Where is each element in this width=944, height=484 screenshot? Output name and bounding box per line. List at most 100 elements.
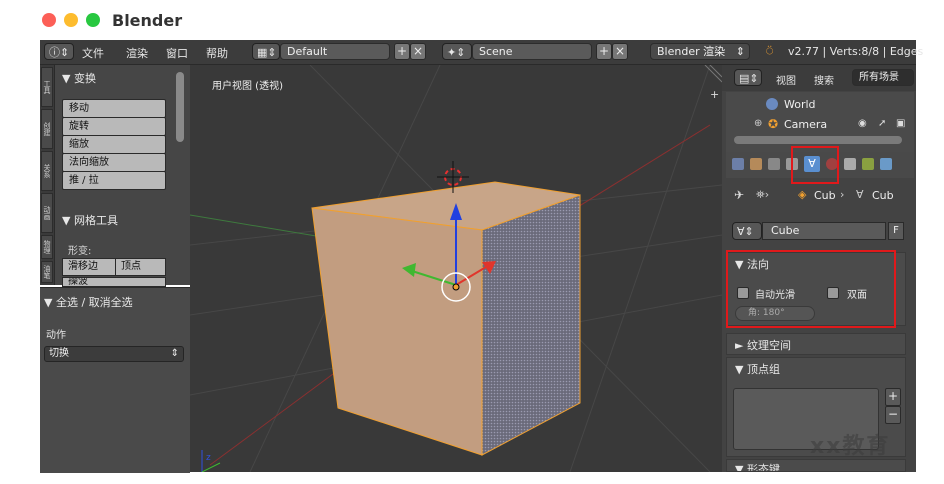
add-scene-button[interactable]: + [596,43,612,60]
remove-scene-button[interactable]: × [612,43,628,60]
operator-panel-title[interactable]: ▼ 全选 / 取消全选 [44,294,133,310]
transform-panel-title[interactable]: ▼ 变换 [62,70,96,86]
pin-icon[interactable]: ✈ [734,188,744,202]
tab-grease-pencil[interactable]: 油笔 [41,261,53,283]
modifiers-tab-icon[interactable] [786,158,798,170]
close-window-button[interactable] [42,13,56,27]
render-engine-select[interactable]: Blender 渲染 ⇕ [650,43,750,60]
cube-side-face[interactable] [481,194,581,456]
viewport-scene: + z [190,65,722,472]
tab-relations[interactable]: 关系 [41,151,53,191]
transform-buttons: 移动 旋转 缩放 法向缩放 推 / 拉 [62,99,166,190]
normals-panel-title[interactable]: ▼ 法向 [735,256,769,272]
breadcrumb: ✈ ⛯› ◈ Cub › ∀ Cub [726,186,914,206]
svg-text:z: z [206,453,211,463]
svg-text:+: + [710,88,719,101]
texture-space-title[interactable]: ► 纹理空间 [735,337,791,353]
minimize-window-button[interactable] [64,13,78,27]
mesh-icon: ∀ [856,188,864,201]
3d-viewport[interactable]: + z 用户视图 (透视) [190,65,722,472]
expand-icon[interactable]: ⊕ [754,118,762,129]
auto-smooth-angle-field: 角: 180° [735,306,815,321]
tab-animation[interactable]: 动画 [41,193,53,233]
camera-item[interactable]: Camera [784,118,827,131]
chevron-updown-icon: ⇕ [170,348,179,359]
window-title: Blender [112,11,183,30]
material-tab-icon[interactable] [826,158,838,170]
auto-smooth-checkbox[interactable] [737,287,749,299]
screen-layout-icon[interactable]: ▦⇕ [252,43,280,60]
slide-vertex-button[interactable]: 顶点 [115,258,166,276]
mesh-datablock-row: ∀⇕ Cube F [732,222,904,240]
menu-help[interactable]: 帮助 [206,45,228,61]
info-header: ⓘ⇕ 文件 渲染 窗口 帮助 ▦⇕ Default + × ✦⇕ Scene +… [40,40,923,65]
add-layout-button[interactable]: + [394,43,410,60]
menu-window[interactable]: 窗口 [166,45,188,61]
shape-keys-title[interactable]: ▼ 形态键 [735,461,780,471]
action-select-value: 切换 [49,348,69,359]
scene-tab-icon[interactable] [750,158,762,170]
double-sided-checkbox[interactable] [827,287,839,299]
render-icon[interactable]: ▣ [896,118,905,129]
world-icon [766,98,778,110]
constraints-tab-icon[interactable] [768,158,780,170]
tab-physics[interactable]: 物理 [41,235,53,259]
vertex-groups-title[interactable]: ▼ 顶点组 [735,361,780,377]
outliner-hscrollbar[interactable] [734,136,902,144]
tool-shelf-tabs: 工具 创建 关系 动画 物理 油笔 [40,65,55,285]
slide-edge-button[interactable]: 滑移边 [62,258,116,276]
eye-icon[interactable]: ◉ [858,118,867,129]
action-select[interactable]: 切换 ⇕ [44,346,184,362]
mesh-data-tab-icon[interactable]: ∀ [804,156,820,172]
normals-panel: ▼ 法向 自动光滑 双面 角: 180° [726,252,906,326]
breadcrumb-separator: › [840,188,845,201]
fake-user-button[interactable]: F [888,222,904,240]
remove-vertex-group-button[interactable]: − [885,406,901,424]
screen-layout-field[interactable]: Default [280,43,390,60]
scene-selector-icon[interactable]: ✦⇕ [442,43,472,60]
watermark-text: xx教育 [810,434,891,459]
outliner-display-filter[interactable]: 所有场景 [852,69,914,86]
mesh-name-field[interactable]: Cube [762,222,886,240]
double-sided-label: 双面 [847,290,867,301]
physics-tab-icon[interactable] [880,158,892,170]
blender-logo-icon: ⍥ [766,44,774,58]
chevron-updown-icon: ⇕ [735,45,745,58]
scene-field[interactable]: Scene [472,43,592,60]
menu-render[interactable]: 渲染 [126,45,148,61]
viewport-label: 用户视图 (透视) [212,81,283,92]
mesh-tools-panel-title[interactable]: ▼ 网格工具 [62,212,118,228]
camera-icon: ✪ [768,117,779,131]
mesh-browse-button[interactable]: ∀⇕ [732,222,762,240]
push-pull-button[interactable]: 推 / 拉 [62,171,166,190]
add-vertex-group-button[interactable]: + [885,388,901,406]
particles-tab-icon[interactable] [862,158,874,170]
outliner-view-menu[interactable]: 视图 [776,72,796,87]
editor-type-selector[interactable]: ⓘ⇕ [44,43,74,60]
shape-keys-panel: ▼ 形态键 [726,459,906,472]
rotate-button[interactable]: 旋转 [62,117,166,136]
shrink-fatten-button[interactable]: 法向缩放 [62,153,166,172]
cube-icon: ◈ [798,188,807,201]
render-tab-icon[interactable] [732,158,744,170]
remove-layout-button[interactable]: × [410,43,426,60]
tab-tools[interactable]: 工具 [41,67,53,107]
outliner-tree: World ⊕ ✪ Camera ◉ ➚ ▣ [726,92,914,152]
outliner-editor-type[interactable]: ▤⇕ [734,69,762,86]
outliner-search-menu[interactable]: 搜索 [814,72,834,87]
move-button[interactable]: 移动 [62,99,166,118]
tool-shelf-scrollbar[interactable] [176,72,184,142]
world-item[interactable]: World [784,98,816,111]
outliner-header: ▤⇕ 视图 搜索 所有场景 [722,65,916,91]
wave-button[interactable]: 操波 [62,277,166,287]
texture-tab-icon[interactable] [844,158,856,170]
menu-file[interactable]: 文件 [82,45,104,61]
object-origin [452,283,460,291]
scale-button[interactable]: 缩放 [62,135,166,154]
slide-buttons-row: 滑移边 顶点 [62,258,166,276]
cursor-select-icon[interactable]: ➚ [878,118,886,129]
operator-panel: ▼ 全选 / 取消全选 动作 切换 ⇕ [40,287,190,473]
tab-create[interactable]: 创建 [41,109,53,149]
maximize-window-button[interactable] [86,13,100,27]
render-engine-label: Blender 渲染 [657,45,726,58]
